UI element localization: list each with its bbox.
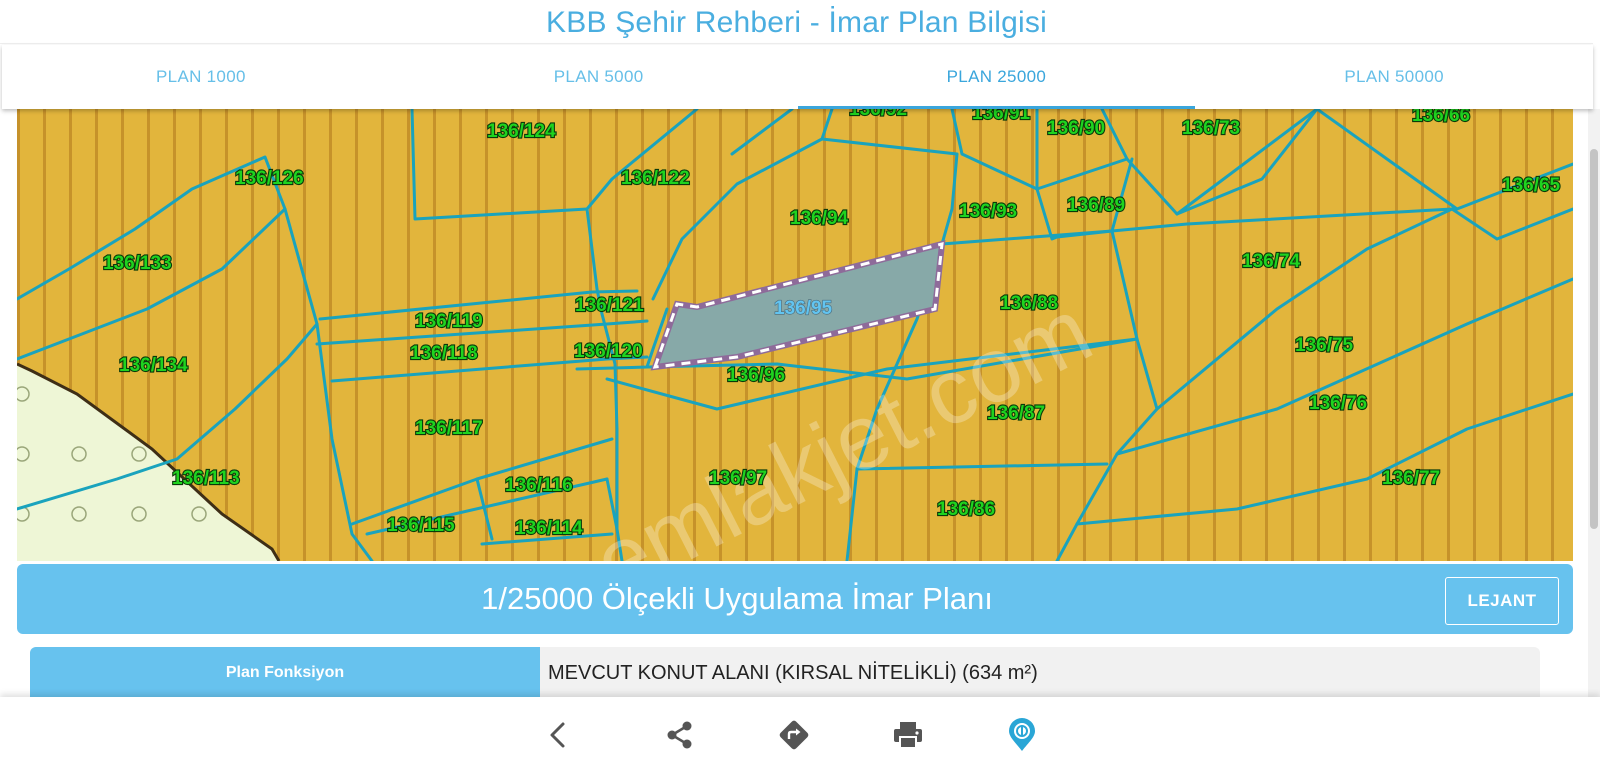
parcel-label: 136/86 (937, 499, 995, 520)
parcel-label: 136/117 (415, 418, 483, 439)
parcel-label: 136/122 (621, 168, 690, 189)
zoning-map[interactable]: emlakjet.com 136/124 136/92 136/91 136/9… (17, 109, 1573, 561)
app-window: KBB Şehir Rehberi - İmar Plan Bilgisi PL… (0, 0, 1600, 773)
parcel-label: 136/114 (515, 518, 583, 539)
parcel-label: 136/126 (235, 168, 304, 189)
parcel-label: 136/113 (172, 468, 240, 489)
zoning-map-canvas[interactable]: emlakjet.com 136/124 136/92 136/91 136/9… (17, 109, 1573, 561)
parcel-label: 136/74 (1242, 251, 1301, 272)
parcel-label: 136/66 (1412, 109, 1470, 126)
plan-header-bar: 1/25000 Ölçekli Uygulama İmar Planı LEJA… (17, 564, 1573, 634)
parcel-label: 136/90 (1047, 118, 1105, 139)
tab-plan-50000[interactable]: PLAN 50000 (1195, 45, 1593, 109)
legend-button[interactable]: LEJANT (1445, 577, 1559, 625)
parcel-label: 136/73 (1182, 118, 1240, 139)
parcel-label: 136/119 (415, 311, 483, 332)
plan-function-row: Plan Fonksiyon MEVCUT KONUT ALANI (KIRSA… (30, 647, 1540, 699)
location-button[interactable] (1000, 713, 1044, 757)
parcel-label: 136/87 (987, 403, 1045, 424)
parcel-label: 136/96 (727, 365, 785, 386)
parcel-label: 136/134 (119, 355, 188, 376)
parcel-label: 136/97 (709, 468, 767, 489)
parcel-label: 136/65 (1502, 175, 1561, 196)
print-icon (894, 722, 922, 749)
plan-title: 1/25000 Ölçekli Uygulama İmar Planı (481, 581, 993, 616)
parcel-label-selected: 136/95 (774, 298, 833, 319)
plan-tabs: PLAN 1000 PLAN 5000 PLAN 25000 PLAN 5000… (2, 45, 1593, 109)
parcel-label: 136/91 (972, 109, 1031, 124)
page-title: KBB Şehir Rehberi - İmar Plan Bilgisi (546, 6, 1047, 39)
back-button[interactable] (536, 713, 580, 757)
parcel-label: 136/115 (387, 515, 455, 536)
parcel-label: 136/133 (103, 253, 172, 274)
tab-plan-25000[interactable]: PLAN 25000 (797, 45, 1196, 109)
share-icon (667, 721, 692, 749)
scrollbar-thumb[interactable] (1590, 149, 1598, 529)
parcel-label: 136/77 (1382, 468, 1440, 489)
parcel-label: 136/124 (487, 121, 556, 142)
parcel-label: 136/88 (1000, 293, 1058, 314)
directions-icon (779, 720, 809, 750)
parcel-label: 136/89 (1067, 195, 1125, 216)
back-icon (550, 722, 565, 748)
parcel-label: 136/121 (575, 295, 644, 316)
parcel-label: 136/93 (959, 201, 1017, 222)
print-button[interactable] (886, 713, 930, 757)
map-pin-icon (1009, 718, 1035, 751)
parcel-label: 136/94 (790, 208, 849, 229)
header: KBB Şehir Rehberi - İmar Plan Bilgisi (0, 0, 1593, 44)
parcel-label: 136/92 (849, 109, 907, 120)
directions-button[interactable] (772, 713, 816, 757)
plan-function-label: Plan Fonksiyon (30, 647, 540, 699)
tab-plan-5000[interactable]: PLAN 5000 (400, 45, 798, 109)
bottom-toolbar (0, 697, 1600, 773)
parcel-label: 136/118 (410, 343, 478, 364)
parcel-label: 136/76 (1309, 393, 1367, 414)
parcel-label: 136/75 (1295, 335, 1354, 356)
parcel-label: 136/120 (574, 341, 643, 362)
parcel-label: 136/116 (505, 475, 573, 496)
vertical-scrollbar[interactable] (1588, 109, 1600, 699)
share-button[interactable] (658, 713, 702, 757)
tab-plan-1000[interactable]: PLAN 1000 (2, 45, 400, 109)
plan-function-value: MEVCUT KONUT ALANI (KIRSAL NİTELİKLİ) (6… (548, 661, 1038, 684)
